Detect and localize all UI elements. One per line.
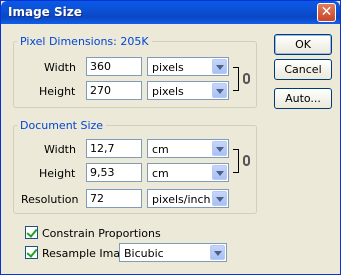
doc-width-unit-select[interactable]: cm [147, 139, 229, 158]
resample-method-select[interactable]: Bicubic [119, 243, 227, 262]
resolution-label: Resolution [21, 193, 79, 206]
doc-width-input[interactable] [86, 139, 142, 158]
doc-height-label: Height [39, 167, 76, 180]
doc-height-unit-select[interactable]: cm [147, 163, 229, 182]
pixel-height-unit-value: pixels [152, 85, 184, 98]
cancel-button[interactable]: Cancel [274, 59, 332, 80]
doc-width-unit-value: cm [152, 143, 169, 156]
resample-image-checkbox[interactable] [25, 246, 38, 259]
pixel-link-bracket [233, 67, 239, 91]
doc-width-label: Width [44, 143, 76, 156]
ok-button[interactable]: OK [274, 34, 332, 55]
dialog-title: Image Size [8, 5, 82, 19]
pixel-height-input[interactable] [86, 81, 142, 100]
close-icon: ✕ [320, 4, 333, 20]
pixel-width-input[interactable] [86, 57, 142, 76]
pixel-height-unit-select[interactable]: pixels [147, 81, 229, 100]
dropdown-arrow-icon[interactable] [212, 191, 227, 206]
doc-height-unit-value: cm [152, 167, 169, 180]
resolution-unit-select[interactable]: pixels/inch [147, 189, 229, 208]
link-chain-icon [243, 155, 250, 166]
dropdown-arrow-icon[interactable] [212, 165, 227, 180]
constrain-proportions-label[interactable]: Constrain Proportions [42, 227, 161, 240]
dropdown-arrow-icon[interactable] [212, 59, 227, 74]
auto-button[interactable]: Auto... [274, 88, 332, 109]
title-bar[interactable]: Image Size ✕ [1, 1, 340, 24]
link-chain-icon [243, 73, 250, 84]
constrain-proportions-checkbox[interactable] [25, 226, 38, 239]
resample-method-value: Bicubic [124, 247, 164, 260]
resolution-input[interactable] [86, 189, 142, 208]
pixel-dimensions-legend: Pixel Dimensions: 205K [20, 35, 149, 48]
doc-link-bracket [233, 149, 239, 173]
document-size-legend: Document Size [20, 119, 104, 132]
pixel-width-label: Width [44, 61, 76, 74]
close-button[interactable]: ✕ [317, 3, 336, 22]
dropdown-arrow-icon[interactable] [210, 245, 225, 260]
doc-height-input[interactable] [86, 163, 142, 182]
pixel-width-unit-value: pixels [152, 61, 184, 74]
pixel-width-unit-select[interactable]: pixels [147, 57, 229, 76]
pixel-height-label: Height [39, 85, 76, 98]
dropdown-arrow-icon[interactable] [212, 83, 227, 98]
dropdown-arrow-icon[interactable] [212, 141, 227, 156]
resolution-unit-value: pixels/inch [152, 193, 211, 206]
image-size-dialog: Image Size ✕ Pixel Dimensions: 205K Widt… [0, 0, 341, 275]
